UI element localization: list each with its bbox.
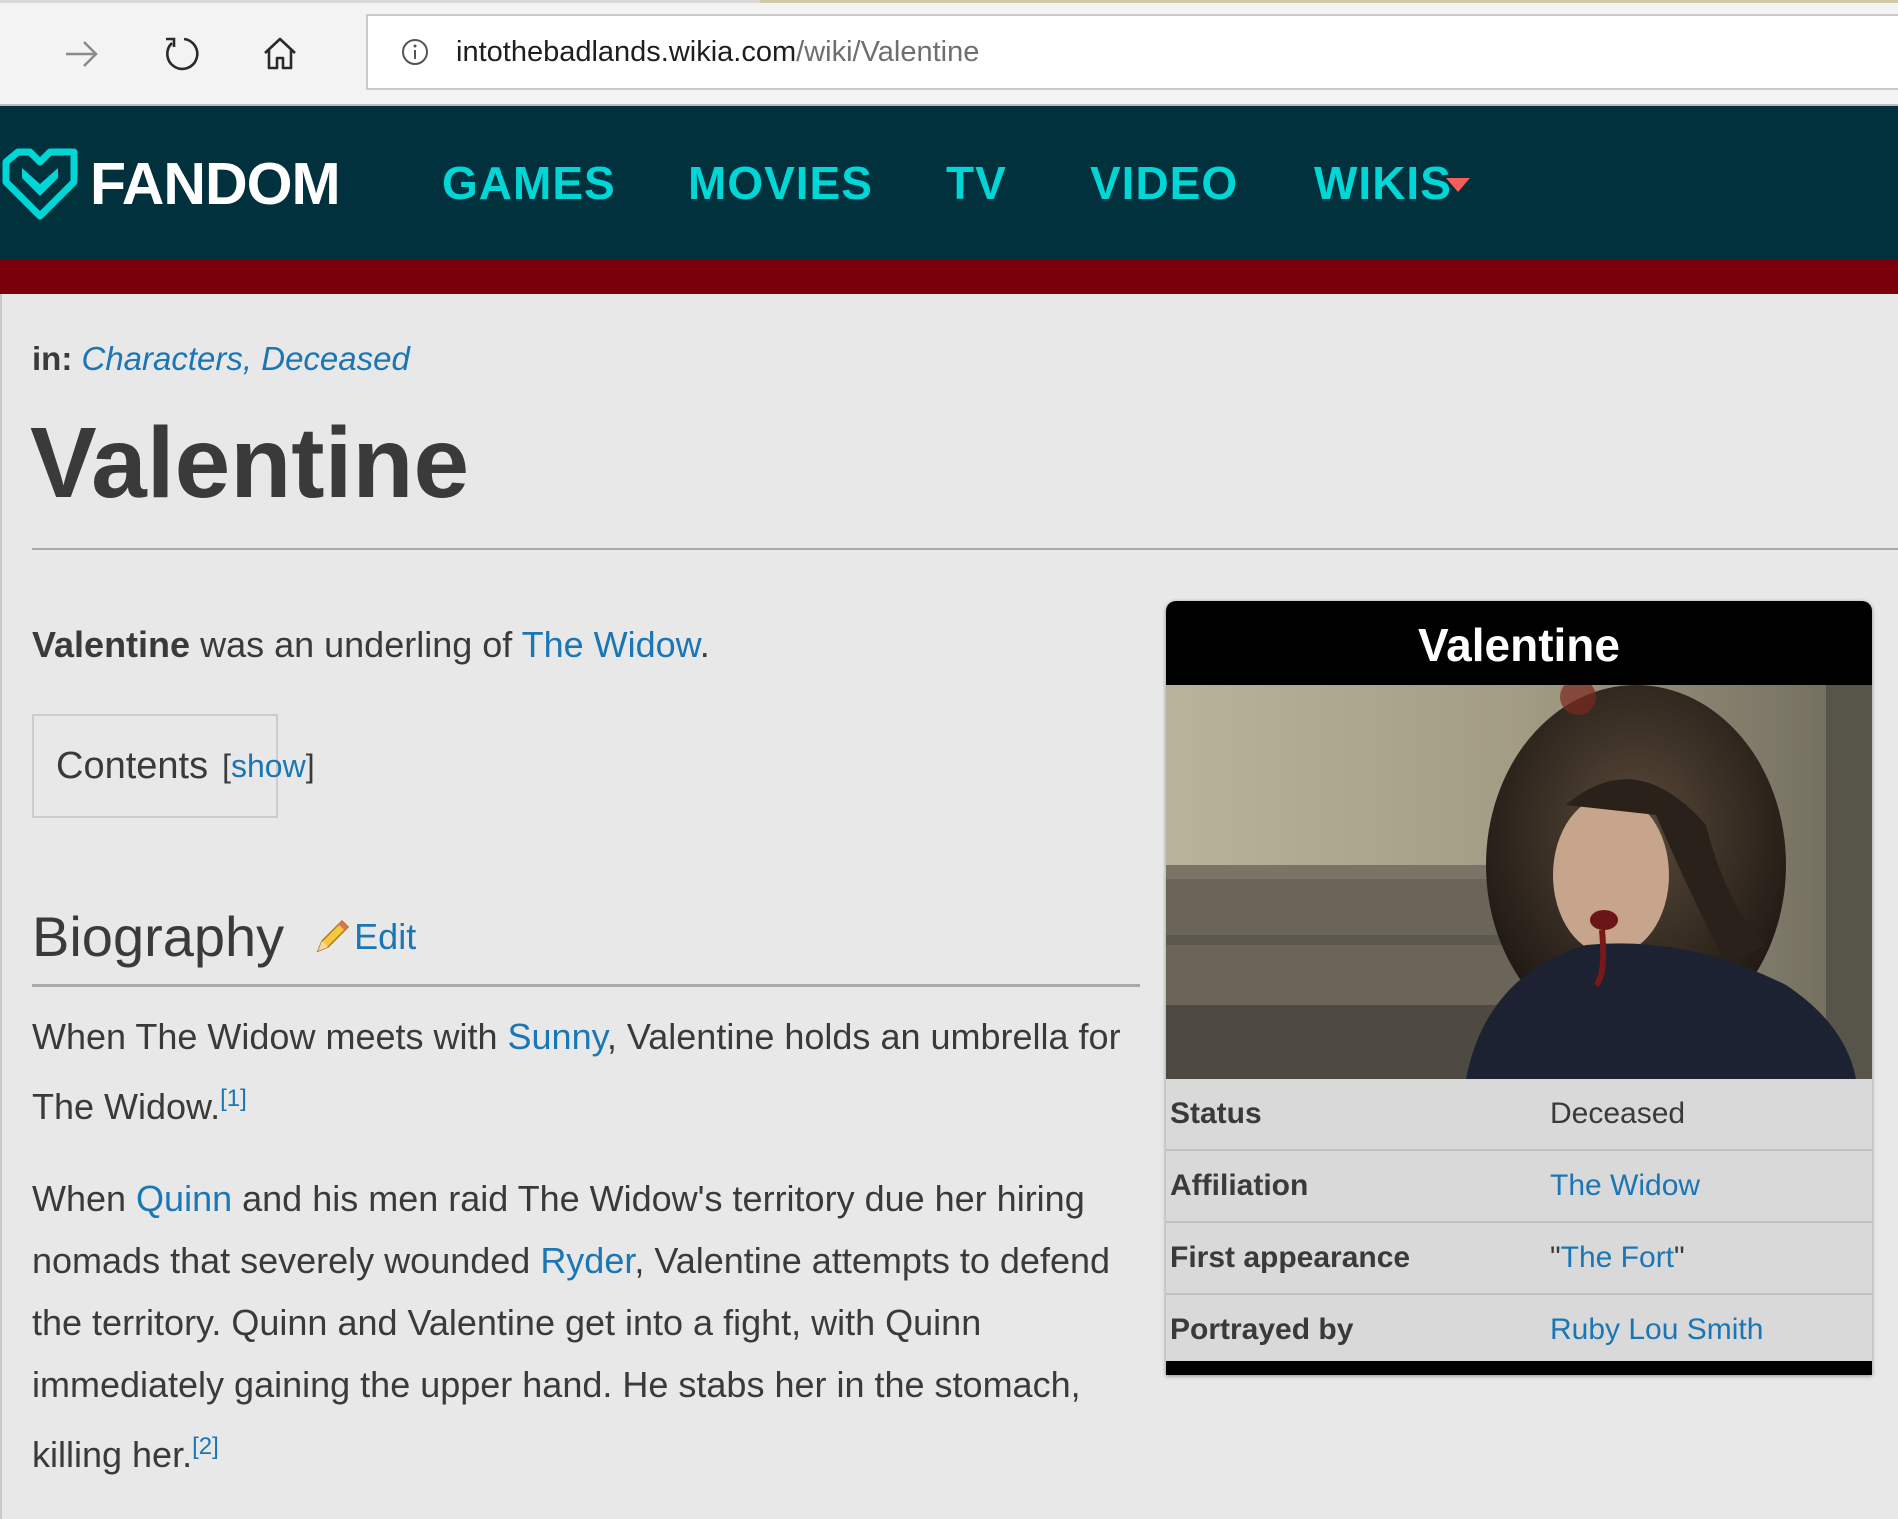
para1-text-1: When The Widow meets with [32,1016,508,1057]
nav-tv[interactable]: TV [946,156,1007,210]
nav-movies[interactable]: MOVIES [688,156,873,210]
biography-paragraph-1: When The Widow meets with Sunny, Valenti… [32,1006,1142,1138]
actor-link[interactable]: Ruby Lou Smith [1550,1313,1763,1347]
nav-video[interactable]: VIDEO [1090,156,1238,210]
toc-show-link[interactable]: show [231,748,306,784]
infobox-footer [1166,1361,1872,1375]
category-line: in: Characters, Deceased [32,340,410,377]
affiliation-link[interactable]: The Widow [1550,1169,1700,1203]
infobox-row-affiliation: Affiliation The Widow [1166,1151,1872,1223]
infobox-key: Status [1170,1097,1262,1130]
url-text: intothebadlands.wikia.com/wiki/Valentine [456,36,979,69]
biography-section: Biography Edit [32,904,1140,969]
nav-games[interactable]: GAMES [442,156,616,210]
toc-label: Contents [56,744,209,787]
first-appearance-link[interactable]: The Fort [1561,1241,1674,1274]
table-of-contents: Contents [show] [32,714,315,818]
section-heading-text: Biography [32,905,285,968]
section-heading: Biography Edit [32,904,1140,969]
categories-label: in: [32,340,73,377]
infobox-value: Deceased [1550,1097,1686,1130]
infobox-row-status: Status Deceased [1166,1079,1872,1151]
reference-1[interactable]: [1] [220,1085,247,1112]
url-path: /wiki/Valentine [796,35,980,68]
pencil-icon [316,919,350,952]
logo-text: FANDOM [90,151,341,217]
infobox-key: Portrayed by [1170,1313,1354,1346]
fandom-logo[interactable]: FANDOM [0,144,341,224]
character-photo [1166,685,1872,1079]
character-infobox: Valentine Status Deceased Affiliation Th… [1166,601,1872,1375]
category-deceased[interactable]: Deceased [261,340,410,377]
intro-end: . [699,624,710,665]
dropdown-caret-icon[interactable] [1446,178,1470,192]
title-divider [32,548,1898,550]
refresh-button[interactable] [152,24,212,84]
biography-paragraph-2: When Quinn and his men raid The Widow's … [32,1168,1142,1486]
infobox-row-portrayed-by: Portrayed by Ruby Lou Smith [1166,1295,1872,1367]
wiki-accent-bar [0,260,1898,294]
tab-strip-edge [0,0,1898,3]
character-image[interactable] [1166,685,1872,1079]
info-icon[interactable] [400,37,430,67]
first-appearance-value: "The Fort" [1550,1241,1685,1274]
intro-name: Valentine [32,624,191,665]
fandom-global-nav: FANDOM GAMES MOVIES TV VIDEO WIKIS [0,106,1898,260]
category-characters[interactable]: Characters [82,340,243,377]
infobox-row-first-appearance: First appearance "The Fort" [1166,1223,1872,1295]
infobox-key: Affiliation [1170,1169,1309,1202]
page-title: Valentine [30,407,470,519]
link-the-widow[interactable]: The Widow [522,624,700,665]
para2-text-1: When [32,1178,137,1219]
forward-button[interactable] [52,24,112,84]
infobox-data: Status Deceased Affiliation The Widow Fi… [1166,1079,1872,1367]
intro-text: was an underling of [190,624,522,665]
intro-paragraph: Valentine was an underling of The Widow. [32,624,710,666]
browser-toolbar: intothebadlands.wikia.com/wiki/Valentine [0,0,1898,106]
refresh-icon [166,37,199,71]
home-button[interactable] [250,24,310,84]
url-host: intothebadlands.wikia.com [456,35,797,68]
link-sunny[interactable]: Sunny [508,1016,607,1057]
edit-label: Edit [354,915,417,957]
toc-toggle[interactable]: [show] [222,748,314,785]
edit-button[interactable]: Edit [310,915,416,959]
infobox-title: Valentine [1166,601,1872,685]
address-bar[interactable]: intothebadlands.wikia.com/wiki/Valentine [366,14,1898,90]
link-ryder[interactable]: Ryder [540,1240,634,1281]
link-quinn[interactable]: Quinn [136,1178,232,1219]
fandom-heart-icon [2,148,78,220]
section-divider [32,984,1140,987]
nav-wikis[interactable]: WIKIS [1314,156,1452,210]
infobox-key: First appearance [1170,1241,1411,1274]
home-icon [264,37,296,70]
forward-icon [66,41,98,67]
reference-2[interactable]: [2] [192,1433,219,1460]
